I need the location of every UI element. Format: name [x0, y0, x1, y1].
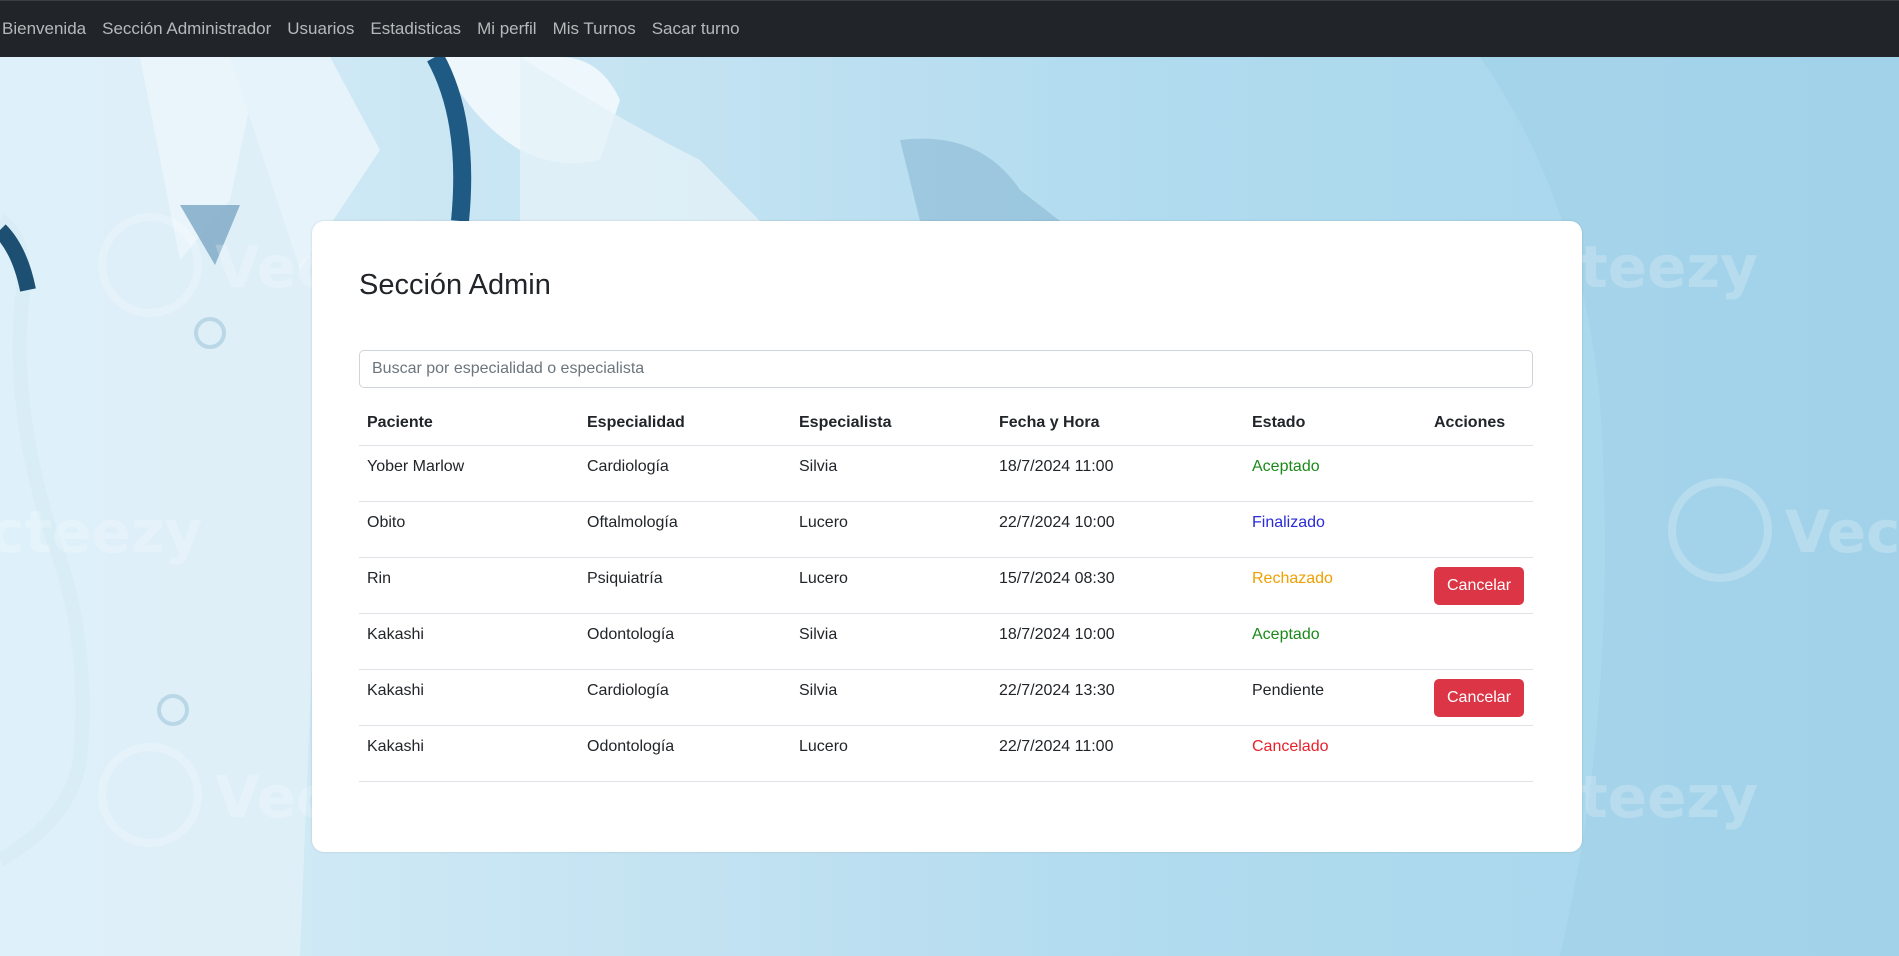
admin-card: Sección Admin Paciente Especialidad Espe… [312, 221, 1582, 852]
cell-especialista: Lucero [791, 501, 991, 558]
table-row: Rin Psiquiatría Lucero 15/7/2024 08:30 R… [359, 557, 1533, 614]
cell-acciones [1426, 445, 1533, 502]
status-text: Aceptado [1244, 613, 1426, 670]
cell-especialidad: Psiquiatría [579, 557, 791, 614]
table-row: Kakashi Odontología Silvia 18/7/2024 10:… [359, 613, 1533, 670]
cell-especialidad: Cardiología [579, 669, 791, 726]
status-text: Rechazado [1244, 557, 1426, 614]
status-text: Cancelado [1244, 725, 1426, 782]
status-text: Aceptado [1244, 445, 1426, 502]
top-navbar: Bienvenida Sección Administrador Usuario… [0, 0, 1899, 57]
cell-acciones [1426, 501, 1533, 558]
header-acciones: Acciones [1426, 401, 1533, 446]
svg-text:teezy: teezy [1580, 233, 1758, 301]
cell-especialidad: Oftalmología [579, 501, 791, 558]
table-row: Kakashi Odontología Lucero 22/7/2024 11:… [359, 725, 1533, 782]
appointments-table: Paciente Especialidad Especialista Fecha… [359, 401, 1533, 782]
cell-especialista: Silvia [791, 613, 991, 670]
cell-especialidad: Odontología [579, 613, 791, 670]
status-text: Finalizado [1244, 501, 1426, 558]
cell-fecha: 15/7/2024 08:30 [991, 557, 1244, 614]
cell-fecha: 18/7/2024 10:00 [991, 613, 1244, 670]
cell-especialidad: Cardiología [579, 445, 791, 502]
table-header-row: Paciente Especialidad Especialista Fecha… [359, 401, 1533, 446]
nav-link-mis-turnos[interactable]: Mis Turnos [553, 19, 636, 39]
nav-link-sacar-turno[interactable]: Sacar turno [652, 19, 740, 39]
cell-paciente: Rin [359, 557, 579, 614]
cell-especialista: Silvia [791, 669, 991, 726]
svg-text:teezy: teezy [1580, 763, 1758, 831]
svg-text:Vect: Vect [1785, 498, 1899, 566]
table-row: Yober Marlow Cardiología Silvia 18/7/202… [359, 445, 1533, 502]
header-fecha-hora: Fecha y Hora [991, 401, 1244, 446]
table-row: Obito Oftalmología Lucero 22/7/2024 10:0… [359, 501, 1533, 558]
cell-especialista: Lucero [791, 557, 991, 614]
cell-paciente: Kakashi [359, 613, 579, 670]
table-row: Kakashi Cardiología Silvia 22/7/2024 13:… [359, 669, 1533, 726]
search-input[interactable] [359, 350, 1533, 388]
cell-especialista: Lucero [791, 725, 991, 782]
cancel-button[interactable]: Cancelar [1434, 679, 1525, 717]
cell-acciones [1426, 725, 1533, 782]
cancel-button[interactable]: Cancelar [1434, 567, 1525, 605]
header-especialista: Especialista [791, 401, 991, 446]
header-paciente: Paciente [359, 401, 579, 446]
header-estado: Estado [1244, 401, 1426, 446]
cell-paciente: Yober Marlow [359, 445, 579, 502]
nav-link-usuarios[interactable]: Usuarios [287, 19, 354, 39]
cell-paciente: Kakashi [359, 725, 579, 782]
cell-fecha: 22/7/2024 10:00 [991, 501, 1244, 558]
nav-link-estadisticas[interactable]: Estadisticas [370, 19, 461, 39]
cell-especialista: Silvia [791, 445, 991, 502]
cell-acciones: Cancelar [1426, 557, 1533, 614]
nav-link-mi-perfil[interactable]: Mi perfil [477, 19, 537, 39]
cell-acciones [1426, 613, 1533, 670]
cell-especialidad: Odontología [579, 725, 791, 782]
svg-text:cteezy: cteezy [0, 498, 202, 566]
cell-acciones: Cancelar [1426, 669, 1533, 726]
cell-paciente: Obito [359, 501, 579, 558]
cell-fecha: 22/7/2024 11:00 [991, 725, 1244, 782]
nav-link-bienvenida[interactable]: Bienvenida [2, 19, 86, 39]
cell-fecha: 22/7/2024 13:30 [991, 669, 1244, 726]
header-especialidad: Especialidad [579, 401, 791, 446]
cell-paciente: Kakashi [359, 669, 579, 726]
page-title: Sección Admin [359, 269, 551, 301]
nav-link-seccion-administrador[interactable]: Sección Administrador [102, 19, 271, 39]
status-text: Pendiente [1244, 669, 1426, 726]
cell-fecha: 18/7/2024 11:00 [991, 445, 1244, 502]
